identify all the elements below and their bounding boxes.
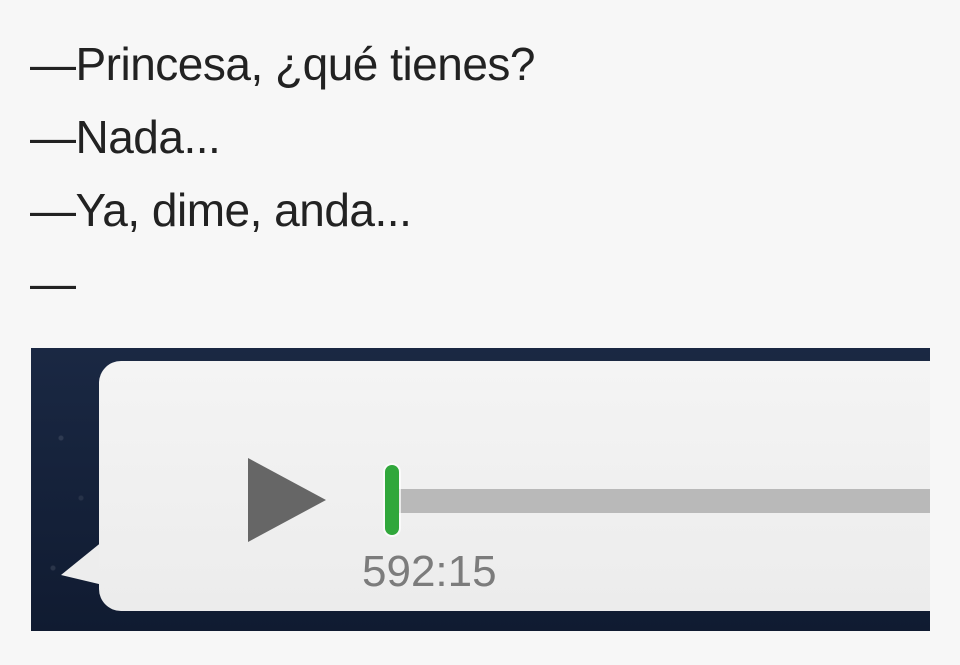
- dialogue-line-4: —: [30, 257, 76, 309]
- dialogue-line-2: —Nada...: [30, 111, 221, 163]
- play-icon[interactable]: [248, 458, 326, 542]
- audio-progress-knob[interactable]: [385, 465, 399, 535]
- dialogue-line-3: —Ya, dime, anda...: [30, 184, 412, 236]
- dialogue-line-1: —Princesa, ¿qué tienes?: [30, 38, 536, 90]
- voice-message-bubble: 592:15: [99, 361, 930, 611]
- voice-duration: 592:15: [362, 547, 497, 596]
- bubble-tail: [61, 541, 103, 585]
- audio-progress-track[interactable]: [388, 489, 930, 513]
- dialogue-text: —Princesa, ¿qué tienes? —Nada... —Ya, di…: [30, 28, 536, 320]
- chat-background: 592:15: [31, 348, 930, 631]
